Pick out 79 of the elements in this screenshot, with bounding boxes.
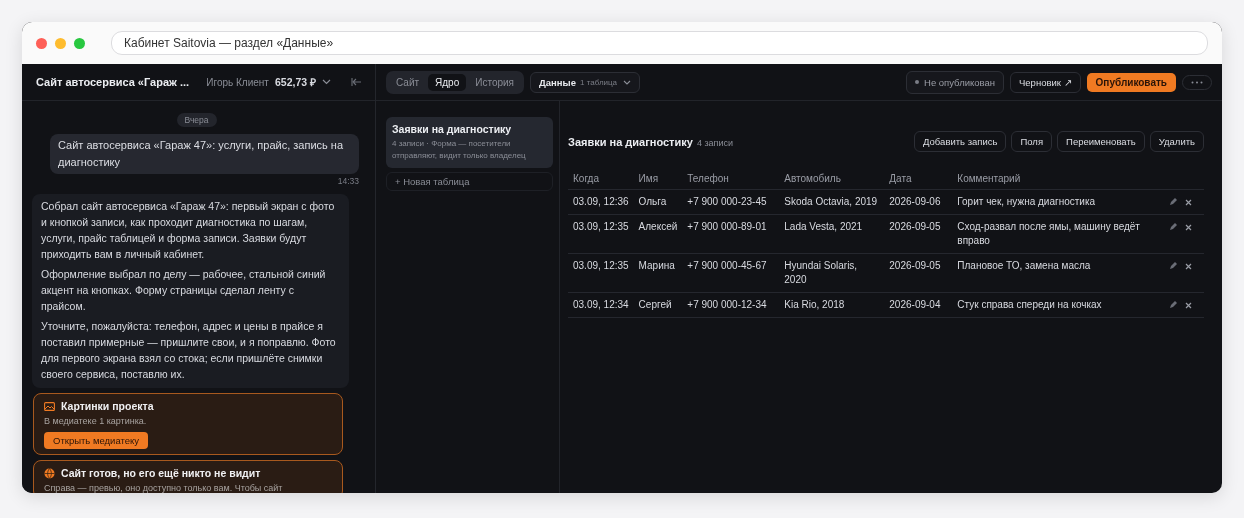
pencil-icon[interactable]: [1169, 262, 1177, 270]
table-cell: 03.09, 12:36: [568, 189, 634, 215]
project-title: Сайт автосервиса «Гараж ...: [36, 76, 191, 88]
table-cell: Стук справа спереди на кочках: [952, 292, 1164, 318]
table-cell: 2026-09-04: [884, 292, 953, 318]
table-cell: Сход-развал после ямы, машину ведёт вправо: [952, 214, 1164, 254]
column-header: Когда: [568, 168, 634, 190]
open-media-button[interactable]: Открыть медиатеку: [44, 432, 149, 449]
table-action-button[interactable]: Переименовать: [1057, 131, 1145, 152]
table-cell: +7 900 000-89-01: [682, 214, 780, 254]
table-list-item[interactable]: Заявки на диагностику 4 записи · Форма — посетители отправляют, видит только владелец: [386, 117, 553, 168]
pencil-icon[interactable]: [1169, 223, 1177, 231]
table-title: Заявки на диагностику: [568, 135, 693, 148]
notice-text: Справа — превью, оно доступно только вам. Чтобы сайт: [44, 483, 284, 493]
message-paragraph: Оформление выбрал по делу — рабочее, стальной синий акцент на кнопках. Форму страницы сделал ленту с прайсом.: [41, 267, 327, 314]
date-separator: Вчера: [176, 113, 217, 127]
zoom-window-button[interactable]: [74, 37, 85, 49]
table-cell: 2026-09-05: [884, 253, 953, 293]
table-description: 4 записи · Форма — посетители отправляют, видит только владелец: [392, 138, 527, 162]
table-action-button[interactable]: Поля: [1011, 131, 1053, 152]
publish-status: Не опубликован: [906, 70, 1004, 94]
delete-icon[interactable]: [1185, 223, 1192, 231]
delete-icon[interactable]: [1185, 198, 1192, 206]
column-header: Телефон: [682, 168, 780, 190]
pencil-icon[interactable]: [1169, 301, 1177, 309]
table-cell: 2026-09-06: [884, 189, 953, 215]
column-header: Автомобиль: [779, 168, 885, 190]
publish-button[interactable]: Опубликовать: [1086, 72, 1176, 92]
table-cell: +7 900 000-12-34: [682, 292, 780, 318]
table-cell: Hyundai Solaris, 2020: [779, 253, 885, 293]
user-name: Игорь Клиент: [206, 76, 269, 88]
notice-title: Сайт готов, но его ещё никто не видит: [61, 467, 261, 479]
globe-icon: [44, 467, 55, 479]
pencil-icon[interactable]: [1169, 198, 1177, 206]
column-header: Имя: [633, 168, 683, 190]
table-action-button[interactable]: Добавить запись: [914, 131, 1007, 152]
more-icon: [1191, 80, 1203, 84]
image-icon: [44, 401, 55, 411]
collapse-icon[interactable]: [351, 78, 361, 86]
tab[interactable]: История: [468, 73, 522, 91]
table-cell: 2026-09-05: [884, 214, 953, 254]
table-cell: 03.09, 12:35: [568, 253, 634, 293]
table-cell: Kia Rio, 2018: [779, 292, 885, 318]
table-cell: Алексей: [633, 214, 683, 254]
table-cell: Марина: [633, 253, 683, 293]
chevron-down-icon: [623, 79, 632, 85]
message-paragraph: Собрал сайт автосервиса «Гараж 47»: первый экран с фото и кнопкой записи, как проходит диагностика по шагам, услуги, прайс таблицей и форма записи. Заявки будут приходить вам в личный кабинет.: [41, 199, 336, 262]
table-cell: Skoda Octavia, 2019: [779, 189, 885, 215]
table-name: Заявки на диагностику: [392, 123, 513, 135]
message-paragraph: Уточните, пожалуйста: телефон, адрес и цены в прайсе я поставил примерные — пришлите свои, и я поправлю. Фото для первого экрана взял со стока; если пришлёте снимки своего сервиса, поставлю их.: [41, 319, 337, 382]
table-cell: 03.09, 12:35: [568, 214, 634, 254]
column-header: Комментарий: [952, 168, 1164, 190]
table-cell: Lada Vesta, 2021: [779, 214, 885, 254]
message-time: 14:33: [336, 176, 359, 186]
table-cell: +7 900 000-45-67: [682, 253, 780, 293]
record-count: 4 записи: [696, 137, 733, 148]
window-title: Кабинет Saitovia — раздел «Данные»: [111, 31, 1208, 55]
chevron-down-icon[interactable]: [322, 79, 331, 85]
new-table-button[interactable]: + Новая таблица: [386, 172, 553, 191]
table-action-button[interactable]: Удалить: [1149, 131, 1204, 152]
delete-icon[interactable]: [1185, 262, 1192, 270]
table-cell: 03.09, 12:34: [568, 292, 634, 318]
table-cell: +7 900 000-23-45: [682, 189, 780, 215]
tab[interactable]: Сайт: [389, 73, 427, 91]
balance: 652,73 ₽: [274, 75, 316, 89]
notice-text: В медиатеке 1 картинка.: [44, 416, 148, 426]
table-cell: Сергей: [633, 292, 683, 318]
notice-title: Картинки проекта: [61, 400, 154, 412]
close-window-button[interactable]: [36, 37, 47, 49]
column-header: Дата: [884, 168, 953, 190]
data-dropdown[interactable]: Данные 1 таблица: [530, 71, 641, 93]
more-button[interactable]: [1182, 74, 1212, 90]
table-cell: Ольга: [633, 189, 683, 215]
table-cell: Горит чек, нужна диагностика: [952, 189, 1164, 215]
delete-icon[interactable]: [1185, 301, 1192, 309]
table-cell: Плановое ТО, замена масла: [952, 253, 1164, 293]
tab[interactable]: Ядро: [428, 73, 467, 91]
draft-button[interactable]: Черновик ↗: [1010, 71, 1081, 93]
user-message: Сайт автосервиса «Гараж 47»: услуги, прайс, запись на диагностику: [50, 134, 359, 174]
